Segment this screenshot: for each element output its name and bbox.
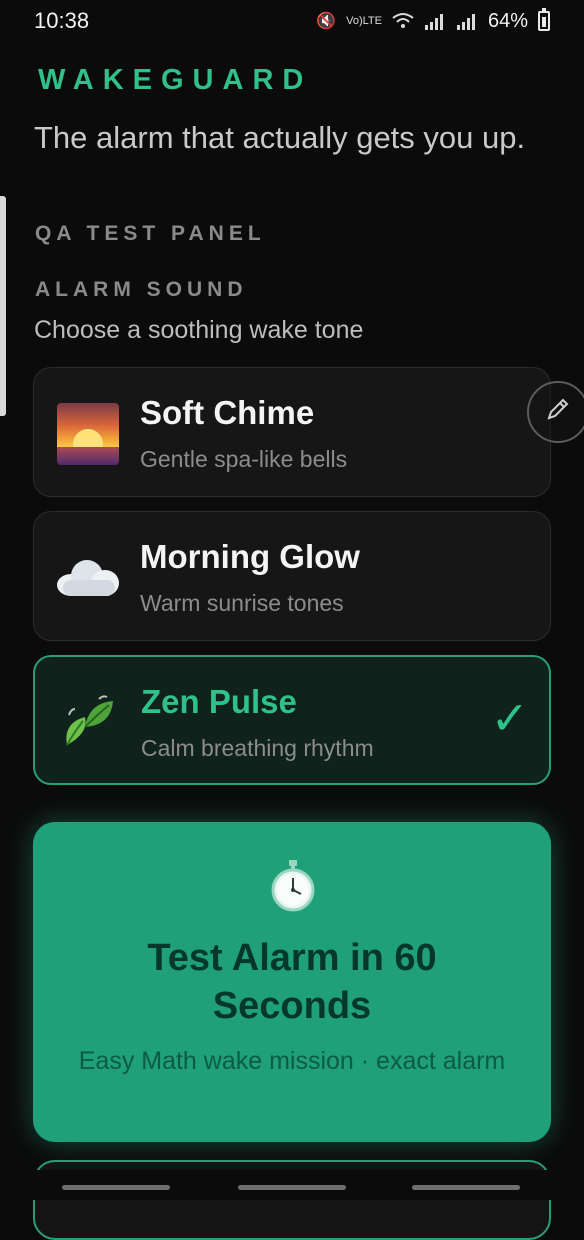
tone-subtitle: Gentle spa-like bells — [140, 446, 348, 472]
signal-icon — [424, 12, 446, 30]
system-nav-bar — [0, 1170, 584, 1200]
volte-icon: Vo) LTE — [346, 15, 382, 27]
nav-back-button[interactable] — [412, 1185, 520, 1190]
tone-title: Morning Glow — [140, 538, 360, 575]
qa-panel-label: QA TEST PANEL — [35, 222, 266, 245]
signal-2-icon — [456, 12, 478, 30]
edge-panel-handle[interactable] — [0, 196, 6, 416]
tone-subtitle: Warm sunrise tones — [140, 590, 344, 616]
wifi-icon — [392, 12, 414, 30]
status-indicators: 🔇 Vo) LTE 64% — [316, 8, 550, 33]
tone-option-zen-pulse[interactable]: Zen Pulse Calm breathing rhythm ✓ — [33, 655, 551, 785]
status-time: 10:38 — [34, 8, 90, 33]
floating-edit-button[interactable] — [527, 381, 584, 443]
test-alarm-button[interactable]: Test Alarm in 60 Seconds Easy Math wake … — [33, 822, 551, 1142]
test-alarm-subtitle: Easy Math wake mission · exact alarm — [78, 1047, 506, 1075]
status-bar: 10:38 🔇 Vo) LTE 64% — [0, 0, 584, 42]
tone-title: Soft Chime — [140, 394, 315, 431]
stopwatch-icon — [270, 860, 316, 912]
leaf-icon — [57, 691, 121, 755]
sunrise-icon — [56, 402, 120, 466]
tone-subtitle: Calm breathing rhythm — [141, 735, 374, 761]
tone-option-soft-chime[interactable]: Soft Chime Gentle spa-like bells — [33, 367, 551, 497]
tone-title: Zen Pulse — [141, 683, 297, 720]
nav-home-button[interactable] — [238, 1185, 346, 1190]
app-tagline: The alarm that actually gets you up. — [34, 120, 526, 155]
app-brand: WAKEGUARD — [38, 64, 313, 96]
tone-option-morning-glow[interactable]: Morning Glow Warm sunrise tones — [33, 511, 551, 641]
cloud-icon — [56, 546, 120, 610]
alarm-sound-hint: Choose a soothing wake tone — [34, 316, 364, 344]
pencil-icon — [545, 396, 571, 429]
check-icon: ✓ — [490, 692, 529, 744]
mute-icon: 🔇 — [316, 13, 337, 30]
alarm-sound-label: ALARM SOUND — [35, 278, 248, 301]
battery-icon — [538, 8, 550, 31]
test-alarm-title: Test Alarm in 60 Seconds — [147, 937, 437, 1027]
nav-recents-button[interactable] — [62, 1185, 170, 1190]
battery-percent: 64% — [487, 9, 528, 32]
